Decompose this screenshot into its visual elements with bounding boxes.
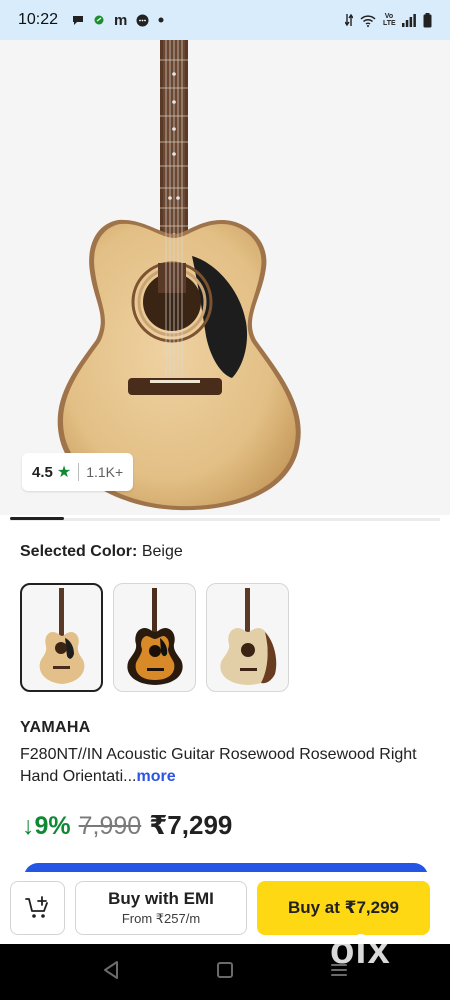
discount-value: 9% [34,812,71,840]
rating-count: 1.1K+ [86,464,124,480]
product-title: F280NT//IN Acoustic Guitar Rosewood Rose… [20,744,430,788]
status-left-icons: m [72,12,164,29]
dot-icon [158,17,164,23]
guitar-thumbnail-natural [219,587,276,685]
product-title-text: F280NT//IN Acoustic Guitar Rosewood Rose… [20,746,417,785]
m-app-icon: m [114,11,128,29]
price-row: ↓9% 7,990 ₹7,299 [22,810,232,841]
selected-color-row: Selected Color: Beige [20,543,183,561]
guitar-thumbnail-sunburst [126,587,183,685]
rating-value: 4.5 [32,463,53,481]
mrp-price: 7,990 [78,812,142,840]
color-swatch-beige[interactable] [20,583,103,692]
cart-add-icon [24,896,48,918]
status-right-icons: Vo LTE [345,12,432,28]
product-image[interactable]: 4.5 ★ 1.1K+ [0,40,450,515]
buy-with-emi-button[interactable]: Buy with EMI From ₹257/m [75,881,247,935]
volte-icon: Vo LTE [383,13,396,27]
add-to-cart-button[interactable] [10,881,65,935]
brand-name: YAMAHA [20,719,91,736]
color-swatch-natural[interactable] [206,583,289,692]
leaf-icon [94,15,104,25]
back-nav-icon[interactable] [102,960,120,980]
selected-color-value: Beige [141,543,183,560]
status-time: 10:22 [18,11,59,28]
product-page: 10:22 m Vo LTE 4.5 ★ 1.1K+ Selected Colo… [0,0,450,1000]
selected-color-label: Selected Color: [20,543,138,560]
star-icon: ★ [56,464,72,481]
more-link[interactable]: more [137,768,176,785]
carousel-indicator [10,517,64,520]
signal-icon [402,13,416,27]
battery-icon [423,12,432,27]
chat-bubble-icon [73,16,84,25]
carousel-track [10,518,440,521]
data-arrows-icon [345,13,353,27]
olx-watermark-logo: olx [330,928,391,972]
guitar-thumbnail-beige [39,587,84,684]
color-swatches [20,583,289,692]
discount: ↓9% [22,812,71,841]
status-bar: 10:22 m Vo LTE [0,0,450,40]
emi-label: Buy with EMI [108,889,214,908]
color-swatch-sunburst[interactable] [113,583,196,692]
message-icon [136,14,149,26]
wifi-icon [360,14,376,27]
guitar-illustration [57,40,301,511]
emi-sub-label: From ₹257/m [121,911,201,926]
selling-price: ₹7,299 [149,810,233,840]
rating-divider [78,463,80,481]
buy-now-button[interactable]: Buy at ₹7,299 [257,881,430,935]
arrow-down-icon: ↓ [22,812,35,840]
rating-chip[interactable]: 4.5 ★ 1.1K+ [22,453,134,491]
home-nav-icon[interactable] [216,960,234,980]
